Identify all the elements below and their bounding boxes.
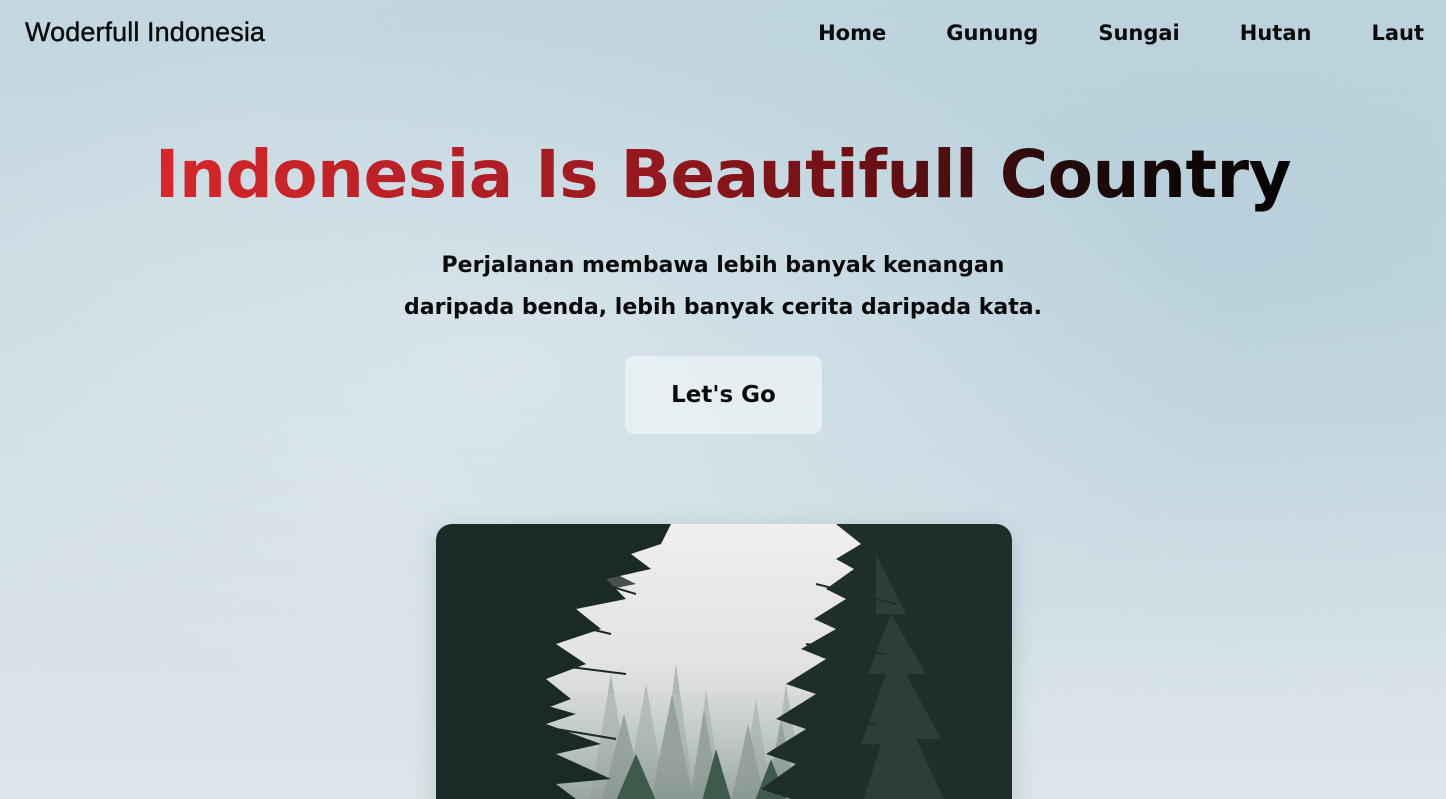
hero-subtitle: Perjalanan membawa lebih banyak kenangan… — [0, 245, 1446, 329]
hero-title-text: Indonesia Is Beautifull Country — [154, 136, 1292, 213]
hero-title: Indonesia Is Beautifull Country — [0, 133, 1446, 217]
brand-logo[interactable]: Woderfull Indonesia — [25, 17, 265, 48]
nav-link-gunung[interactable]: Gunung — [946, 19, 1038, 47]
lets-go-button[interactable]: Let's Go — [625, 356, 822, 434]
nav-link-laut[interactable]: Laut — [1371, 19, 1424, 47]
nav-link-hutan[interactable]: Hutan — [1240, 19, 1312, 47]
nav-link-sungai[interactable]: Sungai — [1098, 19, 1179, 47]
forest-illustration — [436, 524, 1012, 799]
nav-menu: Home Gunung Sungai Hutan Laut — [758, 19, 1424, 47]
hero-subtitle-line-1: Perjalanan membawa lebih banyak kenangan — [441, 253, 1005, 278]
forest-photo — [436, 524, 1012, 799]
hero-subtitle-line-2: daripada benda, lebih banyak cerita dari… — [404, 295, 1042, 320]
nav-link-home[interactable]: Home — [818, 19, 886, 47]
navbar: Woderfull Indonesia Home Gunung Sungai H… — [0, 0, 1446, 68]
